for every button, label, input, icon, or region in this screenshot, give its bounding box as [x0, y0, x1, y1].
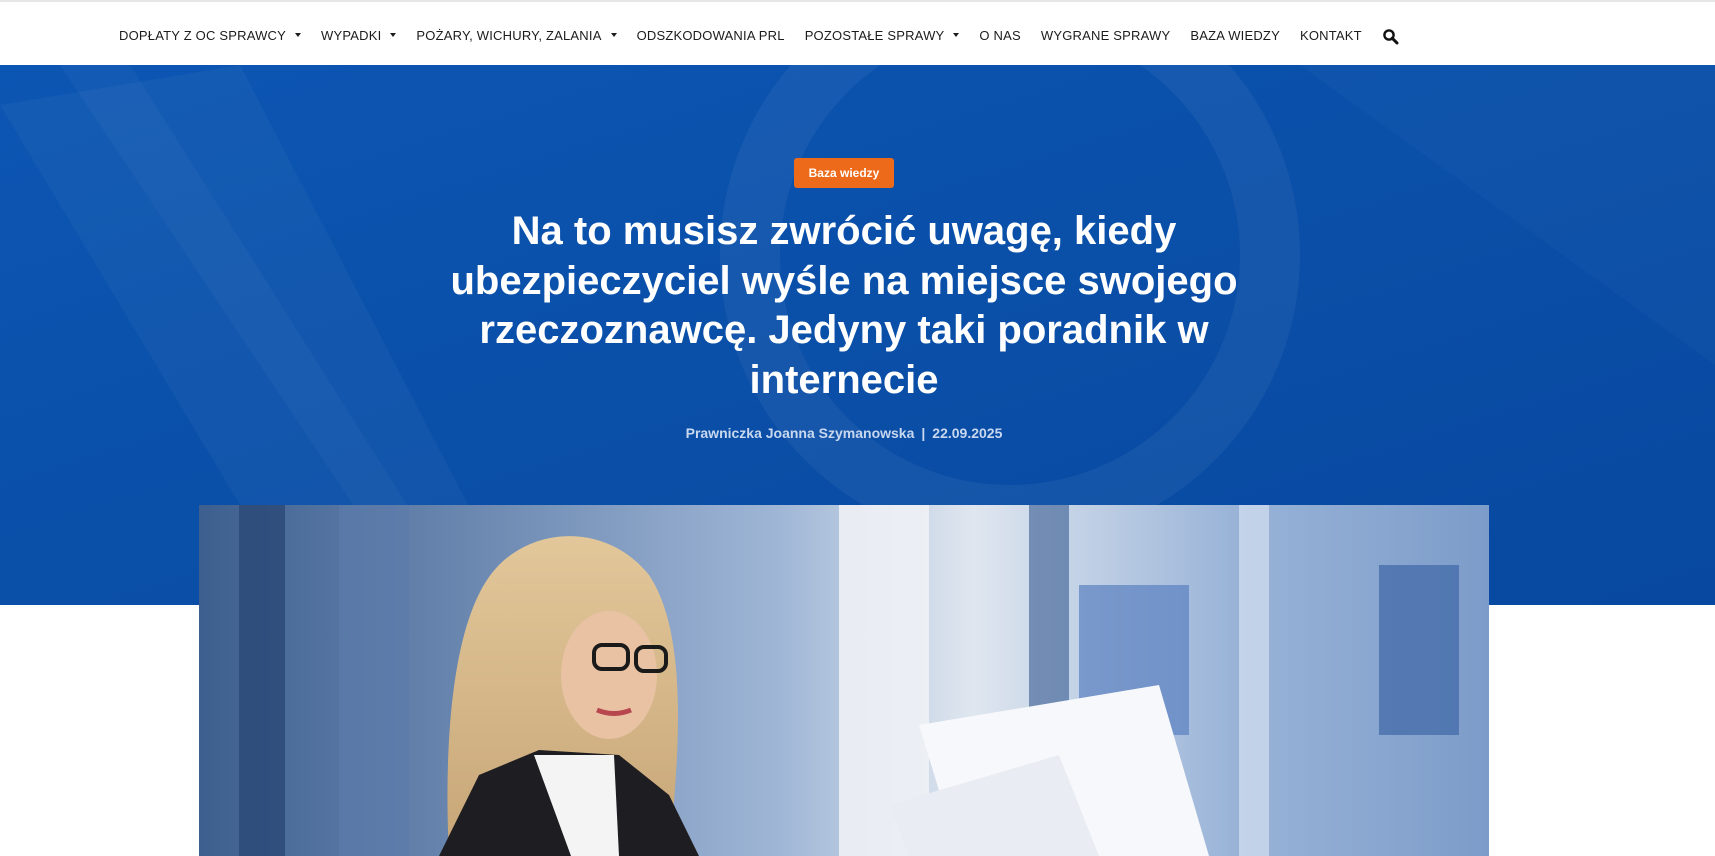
- search-icon: [1382, 29, 1399, 45]
- featured-image: [199, 505, 1489, 856]
- nav-item-kontakt[interactable]: KONTAKT: [1300, 28, 1362, 43]
- featured-photo-illustration: [199, 505, 1489, 856]
- nav-item-label: WYGRANE SPRAWY: [1040, 27, 1171, 43]
- nav-item-label: WYPADKI: [321, 27, 382, 43]
- nav-item-label: O NAS: [979, 27, 1021, 43]
- nav-item-label: POZOSTAŁE SPRAWY: [804, 27, 945, 43]
- category-badge[interactable]: Baza wiedzy: [794, 158, 894, 188]
- main-nav: DOPŁATY Z OC SPRAWCY WYPADKI POŻARY, WIC…: [119, 24, 1400, 46]
- caret-down-icon: [295, 33, 302, 37]
- nav-item-baza-wiedzy[interactable]: BAZA WIEDZY: [1190, 28, 1280, 43]
- author-name[interactable]: Prawniczka Joanna Szymanowska: [686, 425, 915, 441]
- search-button[interactable]: [1382, 28, 1400, 46]
- nav-item-label: POŻARY, WICHURY, ZALANIA: [416, 27, 602, 43]
- nav-item-wygrane[interactable]: WYGRANE SPRAWY: [1041, 28, 1170, 43]
- nav-item-label: KONTAKT: [1299, 27, 1362, 43]
- nav-item-label: ODSZKODOWANIA PRL: [636, 27, 785, 43]
- nav-item-label: DOPŁATY Z OC SPRAWCY: [119, 27, 287, 43]
- site-header: DOPŁATY Z OC SPRAWCY WYPADKI POŻARY, WIC…: [0, 0, 1715, 65]
- caret-down-icon: [610, 33, 617, 37]
- nav-item-label: BAZA WIEDZY: [1190, 27, 1280, 43]
- article-title: Na to musisz zwrócić uwagę, kiedy ubezpi…: [450, 209, 1238, 402]
- nav-item-prl[interactable]: ODSZKODOWANIA PRL: [637, 28, 785, 43]
- nav-item-pozary[interactable]: POŻARY, WICHURY, ZALANIA: [416, 27, 617, 43]
- caret-down-icon: [390, 33, 397, 37]
- caret-down-icon: [953, 33, 960, 37]
- nav-item-pozostale[interactable]: POZOSTAŁE SPRAWY: [805, 28, 960, 43]
- article-meta: Prawniczka Joanna Szymanowska | 22.09.2025: [560, 425, 1128, 441]
- nav-item-wypadki[interactable]: WYPADKI: [321, 27, 397, 43]
- nav-item-o-nas[interactable]: O NAS: [979, 28, 1020, 43]
- meta-separator: |: [921, 425, 926, 441]
- nav-item-doplaty[interactable]: DOPŁATY Z OC SPRAWCY: [119, 27, 302, 43]
- publish-date: 22.09.2025: [932, 425, 1003, 441]
